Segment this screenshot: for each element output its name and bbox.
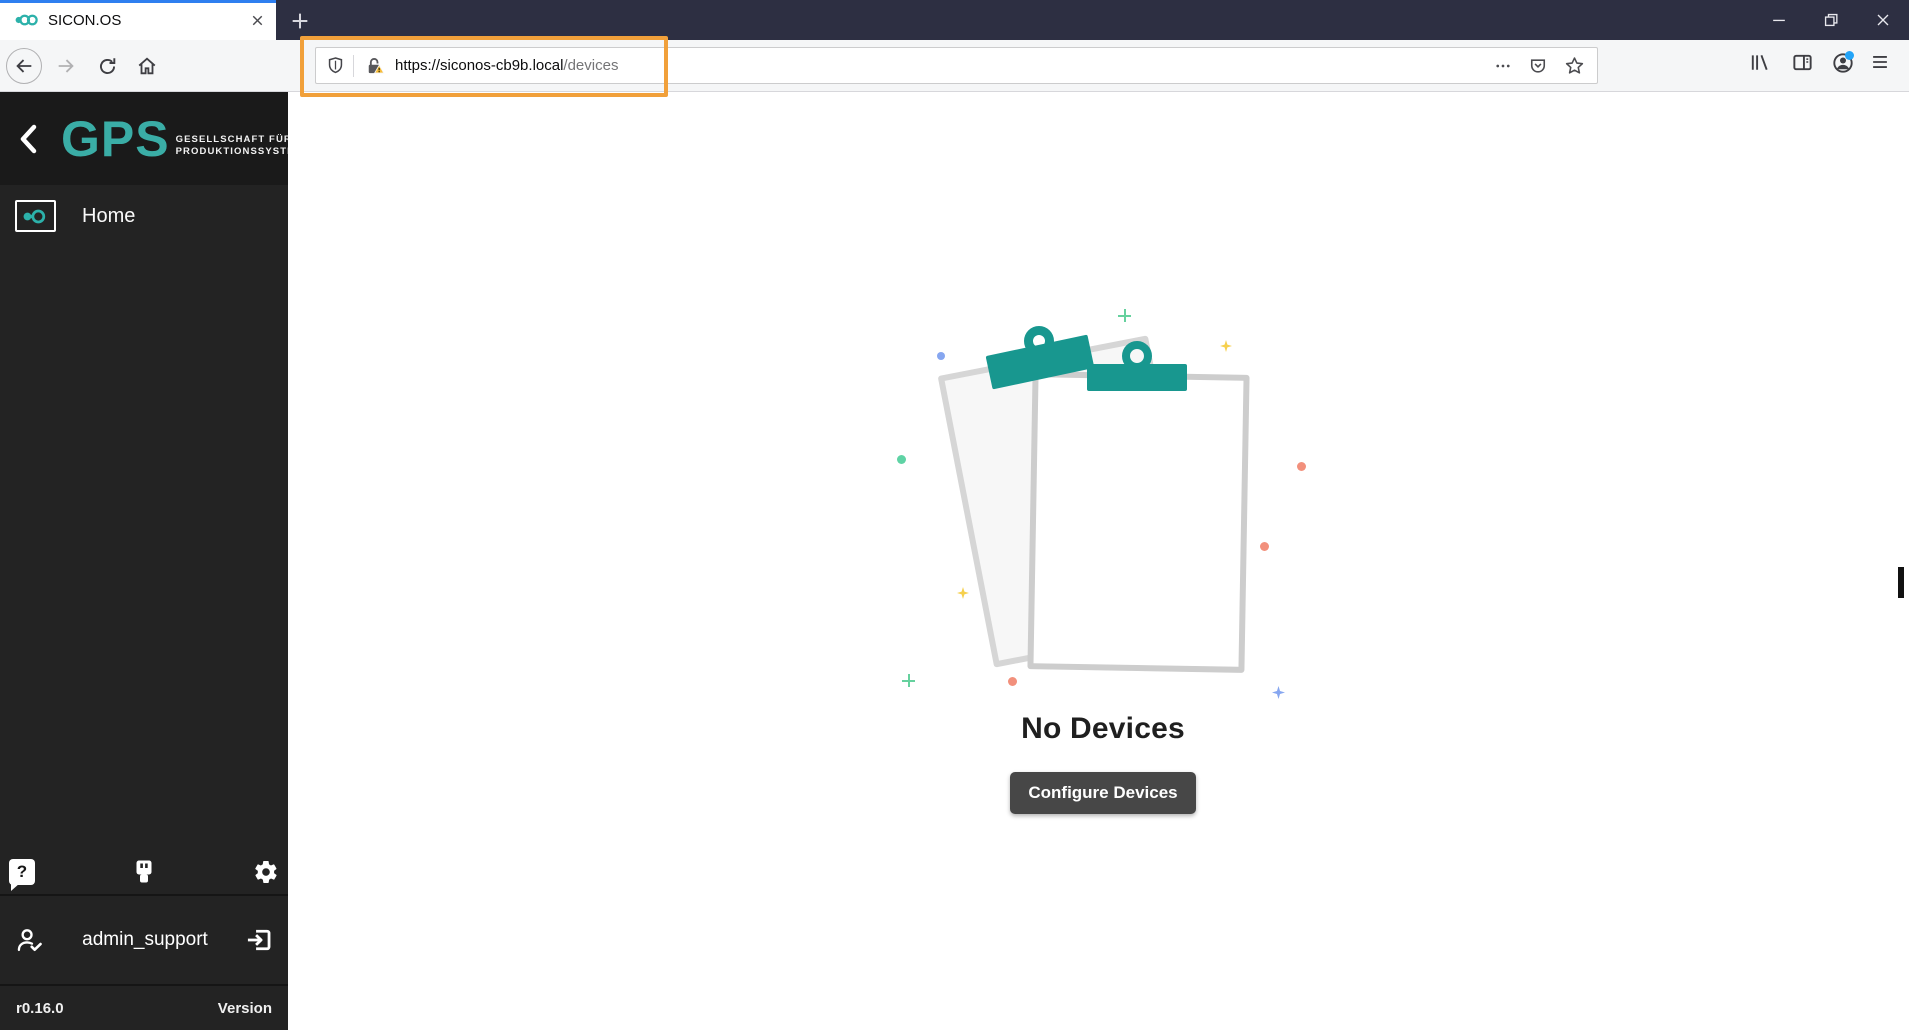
main-content: No Devices Configure Devices — [288, 92, 1909, 1030]
help-icon[interactable]: ? — [9, 859, 35, 891]
settings-gear-icon[interactable] — [253, 859, 279, 885]
close-window-icon[interactable] — [1857, 0, 1909, 40]
sicon-home-logo-icon — [15, 200, 56, 232]
confetti-plus-green — [1118, 309, 1131, 322]
sidebar-header: GPS GESELLSCHAFT FÜR PRODUKTIONSSYSTEME — [0, 92, 288, 185]
confetti-dot-blue — [937, 352, 945, 360]
url-bar[interactable]: https://siconos-cb9b.local/devices — [315, 47, 1598, 84]
confetti-plus-green-2 — [902, 674, 915, 687]
gps-logo-text: GPS — [61, 110, 170, 167]
clipboard-front — [1027, 371, 1250, 673]
bookmark-star-icon[interactable] — [1564, 55, 1585, 76]
browser-tab-bar: SICON.OS — [0, 0, 1909, 40]
user-check-icon[interactable] — [15, 926, 45, 954]
browser-toolbar: https://siconos-cb9b.local/devices — [0, 40, 1909, 92]
urlbar-divider — [353, 54, 354, 77]
new-tab-button[interactable] — [287, 8, 313, 34]
gps-subtitle-line1: GESELLSCHAFT FÜR — [175, 133, 288, 145]
sidebar-user-row: admin_support — [0, 896, 288, 984]
account-icon[interactable] — [1831, 51, 1855, 75]
confetti-sparkle-yellow — [1220, 340, 1232, 352]
library-icon[interactable] — [1748, 51, 1771, 74]
tracking-shield-icon[interactable] — [326, 56, 345, 75]
app-sidebar: GPS GESELLSCHAFT FÜR PRODUKTIONSSYSTEME … — [0, 92, 288, 1030]
forward-button[interactable] — [48, 48, 84, 84]
insecure-lock-warning-icon[interactable] — [363, 56, 387, 76]
sidebar-bottom: ? admin_support r0.16.0 Version — [0, 850, 288, 1030]
configure-devices-button[interactable]: Configure Devices — [1010, 772, 1196, 814]
close-tab-icon[interactable] — [249, 12, 266, 29]
home-button[interactable] — [129, 48, 165, 84]
gps-logo-subtitle: GESELLSCHAFT FÜR PRODUKTIONSSYSTEME — [176, 134, 288, 158]
account-notification-dot — [1845, 51, 1854, 60]
reload-button[interactable] — [89, 48, 125, 84]
username-label: admin_support — [82, 929, 208, 950]
version-value: r0.16.0 — [16, 999, 64, 1017]
tab-title: SICON.OS — [48, 11, 122, 29]
sidebar-toggle-icon[interactable] — [1791, 51, 1814, 74]
usb-device-icon[interactable] — [132, 858, 156, 886]
collapse-chevron-left-icon[interactable] — [17, 123, 39, 155]
url-host: https://siconos-cb9b.local — [395, 57, 564, 74]
gps-subtitle-line2: PRODUKTIONSSYSTEME — [175, 145, 288, 157]
clipboard-front-clip — [1087, 364, 1187, 391]
url-path: /devices — [563, 57, 619, 74]
url-text: https://siconos-cb9b.local/devices — [395, 57, 618, 74]
window-controls — [1753, 0, 1909, 40]
version-label: Version — [217, 999, 272, 1017]
restore-window-icon[interactable] — [1805, 0, 1857, 40]
confetti-sparkle-yellow-2 — [957, 587, 969, 599]
empty-state-title: No Devices — [1021, 712, 1185, 745]
pocket-icon[interactable] — [1528, 56, 1548, 76]
logout-icon[interactable] — [245, 926, 273, 954]
empty-state: No Devices Configure Devices — [888, 295, 1318, 814]
confetti-dot-red-1 — [1297, 462, 1306, 471]
sidebar-item-home[interactable]: Home — [0, 194, 288, 238]
confetti-dot-red-2 — [1260, 542, 1269, 551]
confetti-sparkle-blue — [1272, 686, 1285, 699]
hamburger-menu-icon[interactable] — [1869, 51, 1891, 73]
minimize-icon[interactable] — [1753, 0, 1805, 40]
sidebar-icon-row: ? — [0, 850, 288, 894]
sidebar-item-home-label: Home — [82, 204, 136, 227]
sidebar-version-row: r0.16.0 Version — [0, 984, 288, 1030]
clipboards-illustration — [888, 295, 1318, 710]
page-actions-icon[interactable] — [1494, 57, 1512, 75]
confetti-dot-red-3 — [1008, 677, 1017, 686]
browser-tab[interactable]: SICON.OS — [0, 0, 276, 40]
confetti-dot-green — [897, 455, 906, 464]
back-button[interactable] — [6, 48, 42, 84]
text-cursor-mark — [1898, 567, 1904, 598]
sicon-favicon-icon — [14, 12, 38, 28]
